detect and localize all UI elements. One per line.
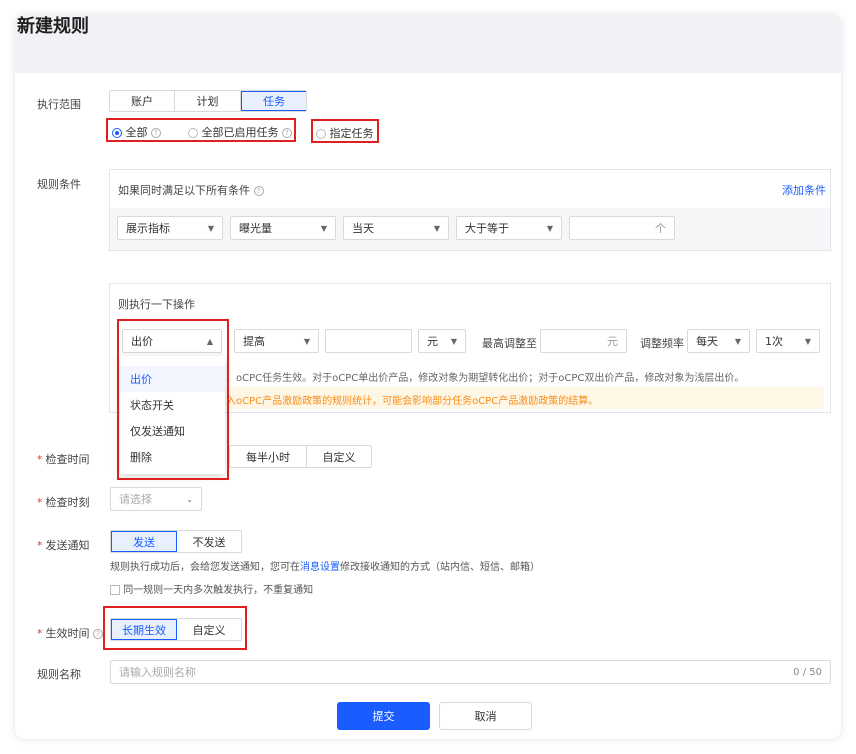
tab-account[interactable]: 账户 — [110, 91, 175, 111]
radio-specified-label: 指定任务 — [329, 127, 374, 140]
notify-label: * 发送通知 — [37, 539, 90, 552]
option-custom-time[interactable]: 自定义 — [307, 446, 371, 467]
help-icon[interactable]: ? — [282, 128, 292, 138]
cancel-button[interactable]: 取消 — [439, 702, 532, 730]
rule-name-input[interactable]: 请输入规则名称 0 / 50 — [110, 660, 831, 684]
help-icon[interactable]: ? — [93, 629, 103, 639]
chevron-down-icon: ▼ — [320, 224, 327, 233]
check-moment-select[interactable]: 请选择 ⌄ — [110, 487, 202, 511]
title-bar — [15, 15, 841, 73]
conditions-header-label: 如果同时满足以下所有条件 — [118, 184, 250, 197]
warning-text: 入oCPC产品激励政策的规则统计，可能会影响部分任务oCPC产品激励政策的结算。 — [226, 396, 599, 407]
effective-label: * 生效时间 ? — [37, 625, 103, 641]
metric-select[interactable]: 曝光量 ▼ — [230, 216, 336, 240]
chevron-down-icon: ▼ — [804, 337, 811, 346]
notify-options: 发送 不发送 — [110, 530, 242, 553]
radio-empty-icon — [316, 129, 326, 139]
conditions-header-text: 如果同时满足以下所有条件 ? — [118, 182, 264, 198]
option-every-half-hour[interactable]: 每半小时 — [230, 446, 307, 467]
tab-task[interactable]: 任务 — [241, 91, 306, 111]
threshold-unit: 个 — [655, 222, 666, 235]
frequency-label: 调整频率 — [640, 337, 684, 350]
check-time-options: 每半小时 自定义 — [229, 445, 372, 468]
chevron-down-icon: ▼ — [450, 337, 457, 346]
operator-select[interactable]: 大于等于 ▼ — [456, 216, 562, 240]
max-adjust-label: 最高调整至 — [482, 337, 537, 350]
checkbox-icon[interactable] — [110, 585, 120, 595]
check-time-label-text: 检查时间 — [45, 453, 90, 466]
rule-name-counter: 0 / 50 — [793, 667, 822, 678]
notify-desc-pre: 规则执行成功后，会给您发送通知，您可在 — [110, 562, 300, 573]
max-adjust-unit: 元 — [607, 335, 618, 348]
add-condition-link[interactable]: 添加条件 — [782, 182, 826, 198]
chevron-down-icon: ▼ — [734, 337, 741, 346]
check-moment-label: * 检查时刻 — [37, 496, 90, 509]
radio-selected-icon — [112, 128, 122, 138]
chevron-down-icon: ⌄ — [186, 495, 193, 504]
check-time-label: * 检查时间 — [37, 453, 90, 466]
select-value: 提高 — [243, 335, 265, 348]
tab-plan[interactable]: 计划 — [175, 91, 241, 111]
rule-name-placeholder: 请输入规则名称 — [119, 666, 196, 679]
select-value: 当天 — [352, 222, 374, 235]
select-placeholder: 请选择 — [119, 493, 152, 506]
effective-label-text: 生效时间 — [45, 627, 90, 640]
help-icon[interactable]: ? — [151, 128, 161, 138]
page-title: 新建规则 — [17, 16, 89, 37]
metric-category-select[interactable]: 展示指标 ▼ — [117, 216, 223, 240]
chevron-down-icon: ▼ — [433, 224, 440, 233]
actions-header: 则执行一下操作 — [118, 298, 195, 311]
time-range-select[interactable]: 当天 ▼ — [343, 216, 449, 240]
times-select[interactable]: 1次 ▼ — [756, 329, 820, 353]
scope-tabs: 账户 计划 任务 — [109, 90, 307, 112]
option-long-term[interactable]: 长期生效 — [111, 619, 177, 640]
check-moment-label-text: 检查时刻 — [45, 496, 90, 509]
radio-empty-icon — [188, 128, 198, 138]
notify-description: 规则执行成功后，会给您发送通知，您可在消息设置修改接收通知的方式（站内信、短信、… — [110, 558, 540, 573]
annotation-box-action-dropdown — [117, 319, 229, 480]
effective-options: 长期生效 自定义 — [110, 618, 242, 641]
conditions-label: 规则条件 — [37, 178, 81, 191]
chevron-down-icon: ▼ — [207, 224, 214, 233]
option-no-send[interactable]: 不发送 — [177, 531, 241, 552]
radio-all-enabled[interactable]: 全部已启用任务 ? — [188, 124, 292, 140]
option-custom-effective[interactable]: 自定义 — [177, 619, 241, 640]
select-value: 1次 — [765, 335, 783, 348]
notify-label-text: 发送通知 — [45, 539, 90, 552]
max-adjust-input[interactable]: 元 — [540, 329, 627, 353]
select-value: 元 — [427, 335, 438, 348]
submit-button[interactable]: 提交 — [337, 702, 430, 730]
chevron-down-icon: ▼ — [303, 337, 310, 346]
change-amount-input[interactable] — [325, 329, 412, 353]
radio-all-enabled-label: 全部已启用任务 — [201, 126, 279, 139]
help-icon[interactable]: ? — [253, 186, 264, 196]
checkbox-label: 同一规则一天内多次触发执行，不重复通知 — [123, 585, 314, 596]
option-send[interactable]: 发送 — [111, 531, 177, 552]
radio-specified[interactable]: 指定任务 — [316, 125, 374, 141]
action-info-text: 、oCPC任务生效。对于oCPC单出价产品，修改对象为期望转化出价；对于oCPC… — [226, 373, 745, 384]
message-settings-link[interactable]: 消息设置 — [300, 562, 340, 573]
change-direction-select[interactable]: 提高 ▼ — [234, 329, 319, 353]
radio-all-label: 全部 — [125, 126, 148, 139]
threshold-input[interactable]: 个 — [569, 216, 675, 240]
rule-name-label: 规则名称 — [37, 668, 81, 681]
select-value: 大于等于 — [465, 222, 509, 235]
no-repeat-notify-checkbox[interactable]: 同一规则一天内多次触发执行，不重复通知 — [110, 581, 313, 596]
select-value: 曝光量 — [239, 222, 272, 235]
notify-desc-post: 修改接收通知的方式（站内信、短信、邮箱） — [340, 562, 540, 573]
scope-label: 执行范围 — [37, 98, 81, 111]
radio-all[interactable]: 全部 ? — [112, 124, 161, 140]
frequency-select[interactable]: 每天 ▼ — [687, 329, 750, 353]
select-value: 每天 — [696, 335, 718, 348]
chevron-down-icon: ▼ — [546, 224, 553, 233]
change-unit-select[interactable]: 元 ▼ — [418, 329, 466, 353]
select-value: 展示指标 — [126, 222, 170, 235]
